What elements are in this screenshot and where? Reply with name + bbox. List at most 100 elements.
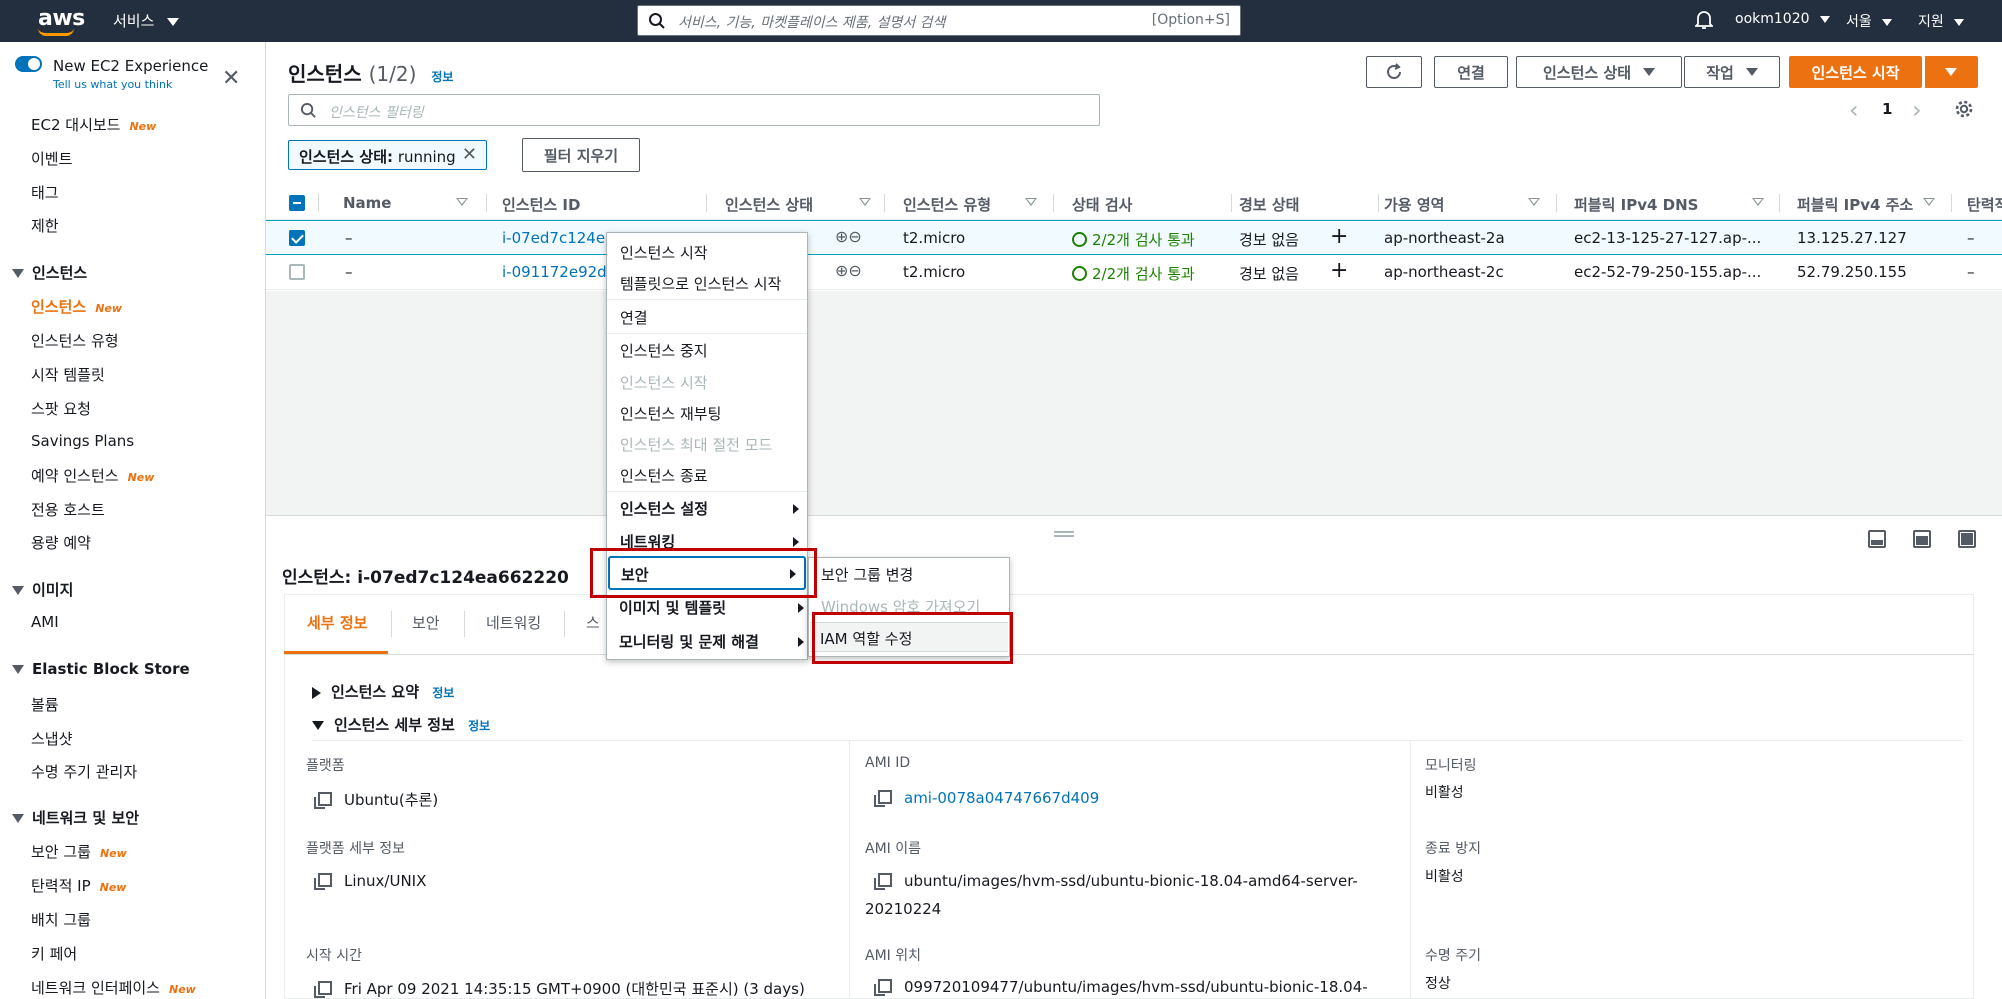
account-menu[interactable]: ookm1020 (1735, 11, 1830, 27)
table-row[interactable]: – i-091172e92dc 실행 중 ⊕⊖ t2.micro 2/2개 검사… (266, 255, 2002, 290)
copy-icon[interactable] (314, 792, 332, 809)
ami-id-text[interactable]: ami-0078a04747667d409 (904, 789, 1099, 807)
menu-item-reboot-instance[interactable]: 인스턴스 재부팅 (620, 403, 721, 424)
drag-handle-icon[interactable] (1054, 531, 1074, 537)
info-link[interactable]: 정보 (432, 686, 454, 700)
info-link[interactable]: 정보 (468, 719, 490, 733)
sidebar-item-limits[interactable]: 제한 (31, 215, 59, 236)
copy-icon[interactable] (314, 873, 332, 890)
sort-icon[interactable] (1528, 198, 1540, 206)
column-header-elastic-ip[interactable]: 탄력적 (1967, 194, 2002, 215)
row-checkbox[interactable] (289, 264, 305, 280)
sidebar-item-instances[interactable]: 인스턴스 New (31, 296, 122, 317)
add-alarm-icon[interactable]: + (1330, 258, 1348, 283)
instance-state-button[interactable]: 인스턴스 상태 (1516, 56, 1682, 88)
info-link[interactable]: 정보 (431, 70, 453, 84)
table-row[interactable]: – i-07ed7c124ea662220 실행 중 ⊕⊖ t2.micro 2… (266, 220, 2002, 255)
column-header-instance-state[interactable]: 인스턴스 상태 (725, 194, 813, 215)
sidebar-item-network-interfaces[interactable]: 네트워크 인터페이스 New (31, 977, 196, 998)
view-half-icon[interactable] (1913, 530, 1931, 548)
sort-icon[interactable] (859, 198, 871, 206)
column-header-instance-id[interactable]: 인스턴스 ID (502, 194, 580, 215)
column-header-public-ip[interactable]: 퍼블릭 IPv4 주소 (1797, 194, 1913, 215)
clear-filters-button[interactable]: 필터 지우기 (522, 138, 640, 172)
sidebar-item-key-pairs[interactable]: 키 페어 (31, 943, 77, 964)
zoom-icons[interactable]: ⊕⊖ (835, 227, 862, 246)
feedback-link[interactable]: Tell us what you think (53, 78, 172, 91)
sidebar-item-launch-templates[interactable]: 시작 템플릿 (31, 364, 105, 385)
aws-logo[interactable]: aws (36, 6, 85, 36)
sort-icon[interactable] (1923, 198, 1935, 206)
tab-security[interactable]: 보안 (412, 612, 440, 633)
sidebar-group-instances[interactable]: 인스턴스 (12, 262, 87, 283)
column-header-name[interactable]: Name (343, 194, 391, 212)
select-all-checkbox[interactable] (289, 195, 305, 211)
menu-item-launch-instances[interactable]: 인스턴스 시작 (620, 242, 708, 263)
menu-item-launch-from-template[interactable]: 템플릿으로 인스턴스 시작 (620, 273, 781, 294)
new-experience-toggle[interactable] (15, 56, 42, 72)
sort-icon[interactable] (1752, 198, 1764, 206)
sort-icon[interactable] (456, 198, 468, 206)
sidebar-item-reserved-instances[interactable]: 예약 인스턴스 New (31, 465, 154, 486)
sidebar-item-volumes[interactable]: 볼륨 (31, 694, 59, 715)
menu-item-monitoring-troubleshoot[interactable]: 모니터링 및 문제 해결 (619, 631, 759, 652)
ami-id-value[interactable]: ami-0078a04747667d409 (874, 789, 1099, 807)
sidebar-item-spot-requests[interactable]: 스팟 요청 (31, 398, 91, 419)
submenu-item-change-security-groups[interactable]: 보안 그룹 변경 (821, 564, 913, 585)
instance-summary-expander[interactable]: 인스턴스 요약 정보 (312, 681, 454, 702)
global-search-input[interactable]: 서비스, 기능, 마켓플레이스 제품, 설명서 검색 [Option+S] (637, 5, 1241, 36)
current-page[interactable]: 1 (1882, 100, 1892, 118)
close-icon[interactable]: ✕ (222, 66, 240, 91)
sidebar-group-network-security[interactable]: 네트워크 및 보안 (12, 807, 139, 828)
copy-icon[interactable] (874, 873, 892, 890)
support-menu[interactable]: 지원 (1918, 11, 1965, 31)
sidebar-item-dedicated-hosts[interactable]: 전용 호스트 (31, 499, 105, 520)
launch-instances-button[interactable]: 인스턴스 시작 (1789, 56, 1922, 88)
region-menu[interactable]: 서울 (1846, 11, 1893, 31)
services-menu[interactable]: 서비스 (113, 10, 180, 31)
menu-item-stop-instance[interactable]: 인스턴스 중지 (620, 340, 708, 361)
previous-page-icon[interactable]: ‹ (1849, 96, 1859, 124)
sort-icon[interactable] (1025, 198, 1037, 206)
instance-filter-input[interactable]: 인스턴스 필터링 (288, 94, 1100, 126)
sidebar-item-savings-plans[interactable]: Savings Plans (31, 432, 134, 450)
sidebar-group-images[interactable]: 이미지 (12, 579, 73, 600)
menu-item-connect[interactable]: 연결 (620, 307, 648, 328)
tab-networking[interactable]: 네트워킹 (486, 612, 541, 633)
column-header-instance-type[interactable]: 인스턴스 유형 (903, 194, 991, 215)
add-alarm-icon[interactable]: + (1330, 224, 1348, 249)
sidebar-item-security-groups[interactable]: 보안 그룹 New (31, 841, 127, 862)
copy-icon[interactable] (874, 790, 892, 807)
sidebar-item-ami[interactable]: AMI (31, 613, 59, 631)
close-icon[interactable]: ✕ (462, 144, 477, 165)
bell-icon[interactable] (1695, 10, 1713, 30)
sidebar-item-tags[interactable]: 태그 (31, 182, 59, 203)
sidebar-item-placement-groups[interactable]: 배치 그룹 (31, 909, 91, 930)
instance-details-expander[interactable]: 인스턴스 세부 정보 정보 (312, 714, 490, 735)
connect-button[interactable]: 연결 (1434, 56, 1508, 88)
column-header-status-check[interactable]: 상태 검사 (1072, 194, 1132, 215)
sidebar-item-snapshots[interactable]: 스냅샷 (31, 728, 72, 749)
actions-button[interactable]: 작업 (1684, 56, 1780, 88)
sidebar-item-ec2-dashboard[interactable]: EC2 대시보드 New (31, 114, 156, 135)
refresh-button[interactable] (1366, 56, 1422, 88)
column-header-alarm-status[interactable]: 경보 상태 (1239, 194, 1299, 215)
gear-icon[interactable] (1954, 99, 1974, 119)
launch-options-button[interactable] (1924, 56, 1978, 88)
view-bottom-icon[interactable] (1868, 530, 1886, 548)
sidebar-item-events[interactable]: 이벤트 (31, 148, 72, 169)
tab-storage[interactable]: 스 (586, 612, 600, 633)
sidebar-item-lifecycle-manager[interactable]: 수명 주기 관리자 (31, 761, 137, 782)
menu-item-terminate-instance[interactable]: 인스턴스 종료 (620, 465, 708, 486)
sidebar-item-instance-types[interactable]: 인스턴스 유형 (31, 330, 119, 351)
next-page-icon[interactable]: › (1912, 96, 1922, 124)
row-checkbox[interactable] (289, 230, 305, 246)
column-header-public-dns[interactable]: 퍼블릭 IPv4 DNS (1574, 194, 1698, 215)
sidebar-item-elastic-ip[interactable]: 탄력적 IP New (31, 875, 126, 896)
copy-icon[interactable] (314, 981, 332, 998)
cell-instance-id[interactable]: i-091172e92dc (502, 263, 615, 281)
sidebar-group-ebs[interactable]: Elastic Block Store (12, 660, 190, 678)
view-full-icon[interactable] (1958, 530, 1976, 548)
menu-item-instance-settings[interactable]: 인스턴스 설정 (620, 498, 708, 519)
sidebar-item-capacity-reservations[interactable]: 용량 예약 (31, 532, 91, 553)
